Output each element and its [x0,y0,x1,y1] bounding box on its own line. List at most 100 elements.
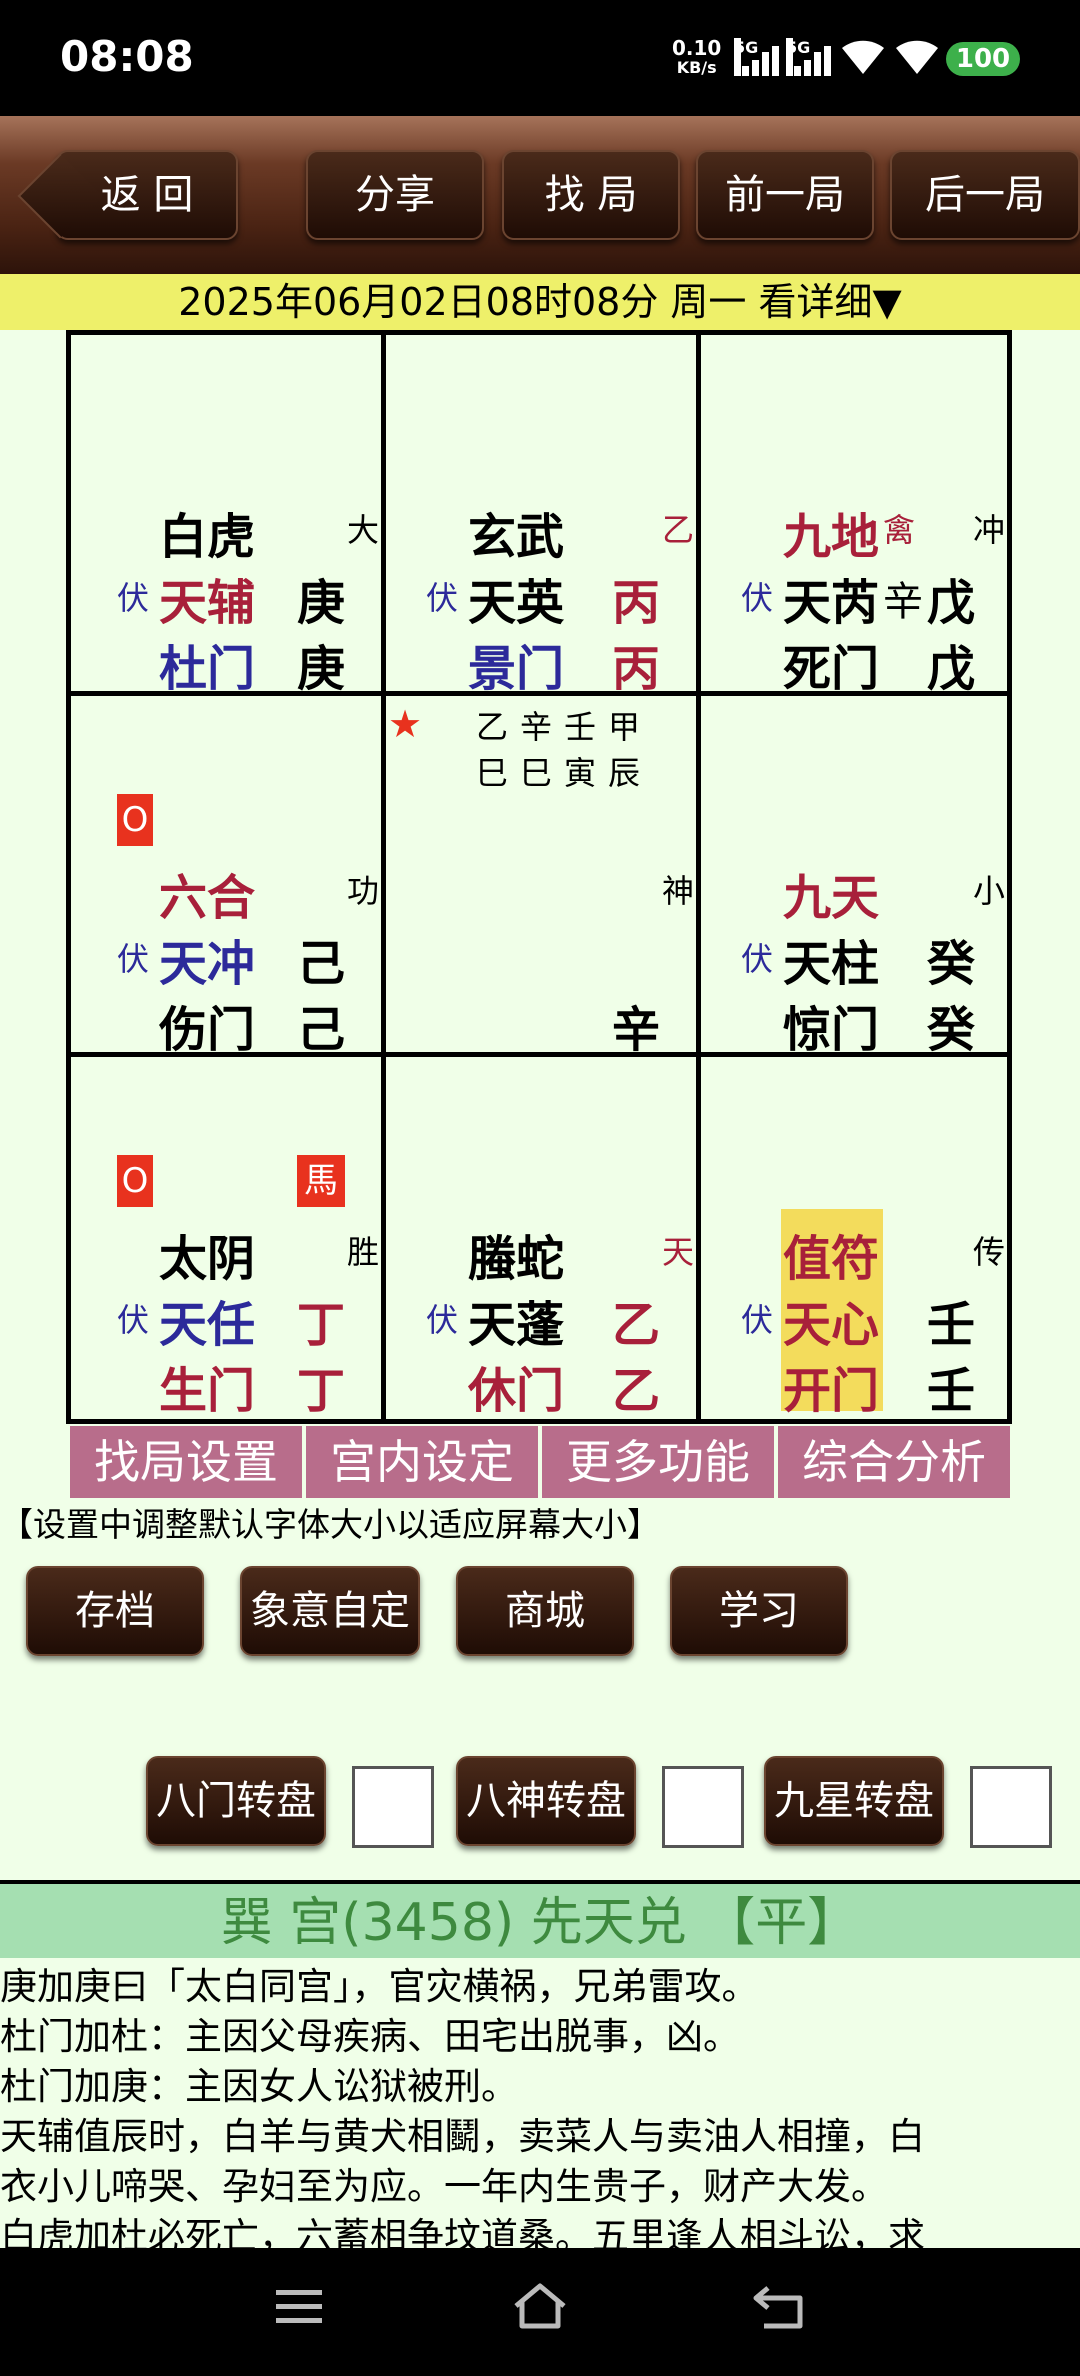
door-stem: 丙 [612,641,661,697]
pillar-branch: 寅 [564,754,597,792]
star-label: 天辅 [159,575,256,631]
tab-more-functions[interactable]: 更多功能 [542,1426,774,1498]
fu-label: 伏 [741,1301,774,1339]
god-label: 太阴 [159,1231,256,1287]
god-extra: 禽 [883,511,916,549]
door-stem: 戊 [927,641,976,697]
home-icon[interactable] [510,2280,570,2332]
info-line: 天辅值辰时，白羊与黄犬相鬭，卖菜人与卖油人相撞，白 [0,2115,925,2158]
star-rotate-button[interactable]: 九星转盘 [764,1756,944,1846]
info-line: 杜门加杜：主因父母疾病、田宅出脱事，凶。 [0,2015,740,2058]
corner-label: 乙 [662,511,695,549]
pillar-stem: 壬 [564,708,597,746]
god-label: 螣蛇 [468,1231,565,1287]
star-stem: 癸 [927,936,976,992]
star-stem: 丁 [297,1297,346,1353]
pillar-branch: 巳 [476,754,509,792]
center-stem: 辛 [612,1002,661,1058]
god-rotate-checkbox[interactable] [662,1766,744,1848]
palace-7[interactable]: O 馬 太阴 胜 伏 天任 丁 生门 丁 [71,1057,386,1419]
pillar-stem: 辛 [520,708,553,746]
star-stem: 庚 [297,575,346,631]
door-label: 杜门 [159,641,256,697]
status-bar: 08:08 0.10 KB/s 5G 5G 100 [0,0,1080,116]
tab-palace-settings[interactable]: 宫内设定 [306,1426,538,1498]
star-stem: 丙 [612,575,661,631]
fu-label: 伏 [741,579,774,617]
star-label: 天冲 [159,936,256,992]
palace-info-text: 庚加庚曰「太白同宫」，官灾横祸，兄弟雷攻。 杜门加杜：主因父母疾病、田宅出脱事，… [0,1962,1080,2262]
kong-marker: O [117,794,153,846]
fu-label: 伏 [117,579,150,617]
star-label: 天柱 [783,936,880,992]
palace-4[interactable]: O 六合 功 伏 天冲 己 伤门 己 [71,696,386,1058]
door-rotate-button[interactable]: 八门转盘 [146,1756,326,1846]
palace-2[interactable]: 玄武 乙 伏 天英 丙 景门 丙 [386,335,701,697]
god-label: 九地 [783,509,880,565]
star-stem: 戊 [927,575,976,631]
date-detail-bar[interactable]: 2025年06月02日08时08分 周一 看详细▼ [0,274,1080,330]
star-label: 天蓬 [468,1297,565,1353]
god-label: 九天 [783,870,880,926]
custom-meaning-button[interactable]: 象意自定 [240,1566,420,1656]
door-label: 伤门 [159,1002,256,1058]
star-label: 天英 [468,575,565,631]
star-stem: 壬 [927,1297,976,1353]
back-nav-icon[interactable] [752,2282,808,2330]
palace-5-center[interactable]: ★ 乙 辛 壬 甲 巳 巳 寅 辰 神 辛 [386,696,701,1058]
door-stem: 庚 [297,641,346,697]
pillar-stem: 甲 [608,708,641,746]
star-label: 天芮 [783,575,880,631]
kong-marker: O [117,1155,153,1207]
corner-label: 胜 [347,1233,380,1271]
god-rotate-button[interactable]: 八神转盘 [456,1756,636,1846]
pillar-branch: 辰 [608,754,641,792]
learn-button[interactable]: 学习 [670,1566,848,1656]
door-label: 景门 [468,641,565,697]
tab-find-settings[interactable]: 找局设置 [70,1426,302,1498]
clock: 08:08 [60,32,194,81]
door-label: 开门 [783,1363,880,1419]
next-button[interactable]: 后一局 [890,150,1080,240]
menu-icon[interactable] [274,2286,324,2328]
star-rotate-checkbox[interactable] [970,1766,1052,1848]
function-tabs: 找局设置 宫内设定 更多功能 综合分析 [70,1426,1010,1498]
fu-label: 伏 [117,940,150,978]
fu-label: 伏 [117,1301,150,1339]
god-label: 玄武 [468,509,565,565]
wifi-icon [842,40,884,74]
door-stem: 丁 [297,1363,346,1419]
signal-icon-2: 5G [786,38,832,76]
find-button[interactable]: 找 局 [502,150,680,240]
signal-icon: 5G [734,38,780,76]
star-stem: 乙 [612,1297,661,1353]
god-label: 六合 [159,870,256,926]
corner-label: 天 [662,1233,695,1271]
corner-label: 大 [347,511,380,549]
door-rotate-checkbox[interactable] [352,1766,434,1848]
toolbar: 返 回 分享 找 局 前一局 后一局 [0,116,1080,274]
palace-8[interactable]: 螣蛇 天 伏 天蓬 乙 休门 乙 [386,1057,701,1419]
door-label: 死门 [783,641,880,697]
battery-icon: 100 [946,42,1020,76]
archive-button[interactable]: 存档 [26,1566,204,1656]
god-label: 值符 [783,1231,880,1287]
palace-6[interactable]: 九天 小 伏 天柱 癸 惊门 癸 [701,696,1012,1058]
store-button[interactable]: 商城 [456,1566,634,1656]
horse-marker: 馬 [297,1155,345,1207]
door-label: 生门 [159,1363,256,1419]
info-line: 庚加庚曰「太白同宫」，官灾横祸，兄弟雷攻。 [0,1965,759,2008]
fu-label: 伏 [426,1301,459,1339]
star-extra: 辛 [883,579,923,625]
palace-3[interactable]: 九地 禽 冲 伏 天芮 辛 戊 死门 戊 [701,335,1012,697]
corner-label: 功 [347,872,380,910]
corner-label: 小 [973,872,1006,910]
tab-analysis[interactable]: 综合分析 [778,1426,1010,1498]
wifi-icon-2 [896,40,938,74]
palace-1[interactable]: 白虎 大 伏 天辅 庚 杜门 庚 [71,335,386,697]
share-button[interactable]: 分享 [306,150,484,240]
font-size-notice: 【设置中调整默认字体大小以适应屏幕大小】 [0,1505,660,1544]
prev-button[interactable]: 前一局 [696,150,874,240]
palace-9[interactable]: 值符 传 伏 天心 壬 开门 壬 [701,1057,1012,1419]
back-button[interactable]: 返 回 [56,150,238,240]
